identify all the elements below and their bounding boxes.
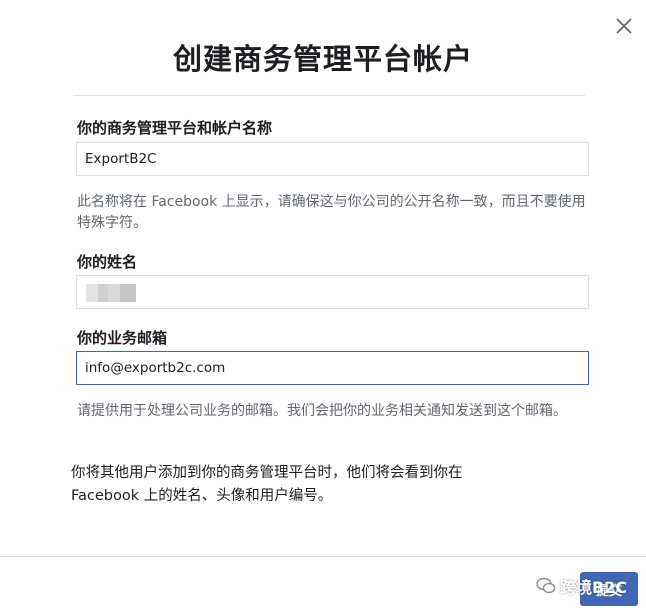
- title-divider: [73, 95, 585, 96]
- submit-button[interactable]: 提交: [580, 572, 638, 606]
- footer-divider: [0, 556, 646, 557]
- close-button[interactable]: [612, 14, 636, 38]
- privacy-notice: 你将其他用户添加到你的商务管理平台时，他们将会看到你在 Facebook 上的姓…: [71, 465, 463, 504]
- business-name-help: 此名称将在 Facebook 上显示，请确保这与你公司的公开名称一致，而且不要使…: [77, 194, 586, 231]
- redacted-name: [86, 284, 136, 302]
- business-email-input[interactable]: [76, 351, 589, 385]
- business-name-input[interactable]: [76, 142, 589, 176]
- your-name-label: 你的姓名: [77, 253, 138, 271]
- business-email-label: 你的业务邮箱: [77, 329, 168, 347]
- business-name-label: 你的商务管理平台和帐户名称: [77, 119, 273, 137]
- create-business-account-dialog: 创建商务管理平台帐户 你的商务管理平台和帐户名称 此名称将在 Facebook …: [0, 0, 646, 613]
- business-email-help: 请提供用于处理公司业务的邮箱。我们会把你的业务相关通知发送到这个邮箱。: [77, 403, 567, 419]
- your-name-input[interactable]: [76, 275, 589, 309]
- dialog-title: 创建商务管理平台帐户: [172, 42, 473, 76]
- close-icon: [616, 18, 632, 34]
- wechat-icon: [536, 577, 556, 594]
